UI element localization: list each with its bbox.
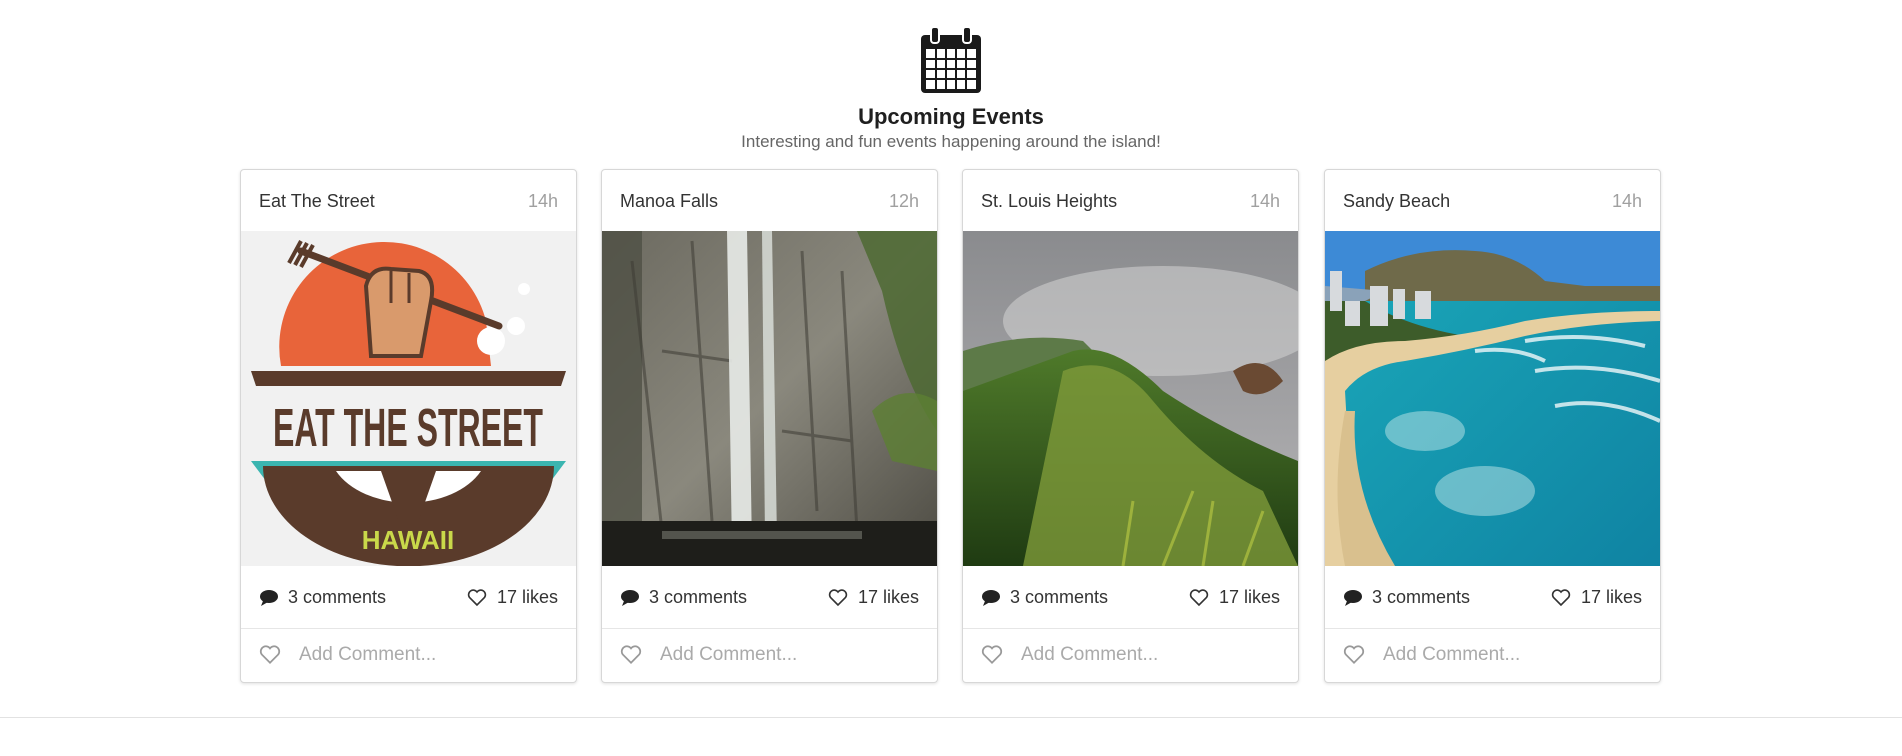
event-image[interactable] <box>602 231 937 566</box>
comment-icon <box>260 590 278 606</box>
likes-count: 17 likes <box>1580 587 1642 607</box>
heart-icon <box>1551 588 1571 606</box>
event-time: 12h <box>888 191 919 211</box>
comment-icon <box>1344 590 1362 606</box>
likes-count: 17 likes <box>857 587 919 607</box>
heart-icon <box>828 588 848 606</box>
card-stats: 3 comments 17 likes <box>963 566 1298 629</box>
comments-count: 3 comments <box>288 587 387 607</box>
heart-icon <box>467 588 487 606</box>
card-header: Sandy Beach 14h <box>1325 170 1660 231</box>
event-time: 14h <box>527 191 558 211</box>
add-comment-input[interactable] <box>1021 641 1281 669</box>
event-card[interactable]: Manoa Falls 12h 3 comments 17 likes Add … <box>601 169 938 683</box>
event-image[interactable] <box>963 231 1298 566</box>
comments-link[interactable]: 3 comments <box>981 587 1108 608</box>
event-card[interactable]: St. Louis Heights 14h 3 comments 17 like… <box>962 169 1299 683</box>
comments-count: 3 comments <box>1010 587 1109 607</box>
event-name[interactable]: Manoa Falls <box>620 191 718 212</box>
page-title: Upcoming Events <box>858 104 1044 129</box>
card-header: St. Louis Heights 14h <box>963 170 1298 231</box>
event-name[interactable]: Eat The Street <box>259 191 375 212</box>
add-comment-input[interactable] <box>299 641 559 669</box>
event-image[interactable]: EAT THE STREET HAWAII <box>241 231 576 566</box>
likes-button[interactable]: 17 likes <box>1551 587 1642 608</box>
comment-icon <box>621 590 639 606</box>
event-time: 14h <box>1249 191 1280 211</box>
add-comment-row <box>241 629 576 682</box>
heart-icon[interactable] <box>259 645 281 665</box>
add-comment-input[interactable] <box>660 641 920 669</box>
likes-button[interactable]: 17 likes <box>467 587 558 608</box>
comments-count: 3 comments <box>1372 587 1471 607</box>
event-name[interactable]: St. Louis Heights <box>981 191 1117 212</box>
heart-icon <box>1189 588 1209 606</box>
section-divider <box>0 717 1902 718</box>
event-cards: Eat The Street 14h EAT THE STREET HAWAII <box>240 169 1663 683</box>
event-name[interactable]: Sandy Beach <box>1343 191 1450 212</box>
likes-button[interactable]: 17 likes <box>1189 587 1280 608</box>
card-header: Eat The Street 14h <box>241 170 576 231</box>
comments-link[interactable]: 3 comments <box>259 587 386 608</box>
event-image[interactable] <box>1325 231 1660 566</box>
comment-icon <box>982 590 1000 606</box>
comments-count: 3 comments <box>649 587 748 607</box>
likes-count: 17 likes <box>1218 587 1280 607</box>
comments-link[interactable]: 3 comments <box>620 587 747 608</box>
add-comment-row <box>602 629 937 682</box>
page-subtitle: Interesting and fun events happening aro… <box>741 132 1161 151</box>
add-comment-input[interactable] <box>1383 641 1643 669</box>
calendar-icon <box>921 26 981 93</box>
card-stats: 3 comments 17 likes <box>602 566 937 629</box>
card-header: Manoa Falls 12h <box>602 170 937 231</box>
add-comment-row <box>1325 629 1660 682</box>
heart-icon[interactable] <box>981 645 1003 665</box>
event-card[interactable]: Sandy Beach 14h 3 comments 17 likes Add … <box>1324 169 1661 683</box>
logo-subtext: HAWAII <box>362 525 454 555</box>
heart-icon[interactable] <box>620 645 642 665</box>
likes-count: 17 likes <box>496 587 558 607</box>
logo-text: EAT THE STREET <box>273 398 543 458</box>
add-comment-row <box>963 629 1298 682</box>
event-time: 14h <box>1611 191 1642 211</box>
card-stats: 3 comments 17 likes <box>241 566 576 629</box>
likes-button[interactable]: 17 likes <box>828 587 919 608</box>
comments-link[interactable]: 3 comments <box>1343 587 1470 608</box>
heart-icon[interactable] <box>1343 645 1365 665</box>
event-card[interactable]: Eat The Street 14h EAT THE STREET HAWAII <box>240 169 577 683</box>
card-stats: 3 comments 17 likes <box>1325 566 1660 629</box>
